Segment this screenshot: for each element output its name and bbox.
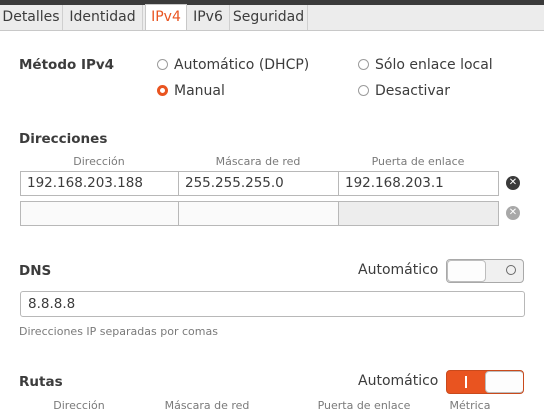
address-input[interactable]: 192.168.203.188 (20, 171, 179, 196)
tab-seguridad[interactable]: Seguridad (230, 5, 308, 30)
method-label: Método IPv4 (19, 57, 115, 73)
routes-title: Rutas (19, 374, 63, 390)
dns-auto-switch[interactable] (446, 259, 524, 283)
radio-disable-label: Desactivar (375, 83, 450, 99)
routes-auto-label: Automático (358, 373, 439, 389)
radio-indicator-selected (157, 85, 168, 96)
routes-col-netmask: Máscara de red (164, 399, 250, 412)
radio-manual-label: Manual (174, 83, 225, 99)
dns-hint: Direcciones IP separadas por comas (19, 325, 218, 338)
switch-off-icon (506, 265, 516, 275)
col-gateway: Puerta de enlace (371, 155, 465, 168)
tab-ipv4[interactable]: IPv4 (145, 4, 187, 30)
gateway-input[interactable] (338, 201, 499, 226)
tab-identidad[interactable]: Identidad (63, 5, 143, 30)
switch-on-icon (465, 376, 467, 388)
switch-knob (447, 260, 486, 282)
radio-disable[interactable]: Desactivar (358, 82, 450, 100)
tab-detalles[interactable]: Detalles (0, 5, 63, 30)
netmask-input[interactable] (178, 201, 339, 226)
delete-row-icon[interactable]: ✕ (506, 176, 520, 190)
routes-col-metric: Métrica (449, 399, 491, 412)
radio-indicator (157, 59, 168, 70)
radio-indicator (358, 85, 369, 96)
routes-col-address: Dirección (53, 399, 105, 412)
addresses-title: Direcciones (19, 131, 108, 147)
address-input[interactable] (20, 201, 179, 226)
dns-title: DNS (19, 263, 52, 279)
radio-dhcp[interactable]: Automático (DHCP) (157, 56, 309, 74)
gateway-input[interactable]: 192.168.203.1 (338, 171, 499, 196)
col-netmask: Máscara de red (215, 155, 301, 168)
radio-indicator (358, 59, 369, 70)
delete-row-icon[interactable]: ✕ (506, 206, 520, 220)
tab-bar: Detalles Identidad IPv4 IPv6 Seguridad (0, 4, 544, 31)
routes-col-gateway: Puerta de enlace (317, 399, 411, 412)
netmask-input[interactable]: 255.255.255.0 (178, 171, 339, 196)
radio-link-local[interactable]: Sólo enlace local (358, 56, 493, 74)
dns-input[interactable]: 8.8.8.8 (20, 291, 525, 317)
radio-link-local-label: Sólo enlace local (375, 57, 493, 73)
col-address: Dirección (73, 155, 125, 168)
tab-ipv6[interactable]: IPv6 (187, 5, 230, 30)
routes-auto-switch[interactable] (446, 370, 524, 394)
switch-knob (485, 371, 523, 393)
radio-manual[interactable]: Manual (157, 82, 225, 100)
dns-auto-label: Automático (358, 262, 439, 278)
radio-dhcp-label: Automático (DHCP) (174, 57, 310, 73)
